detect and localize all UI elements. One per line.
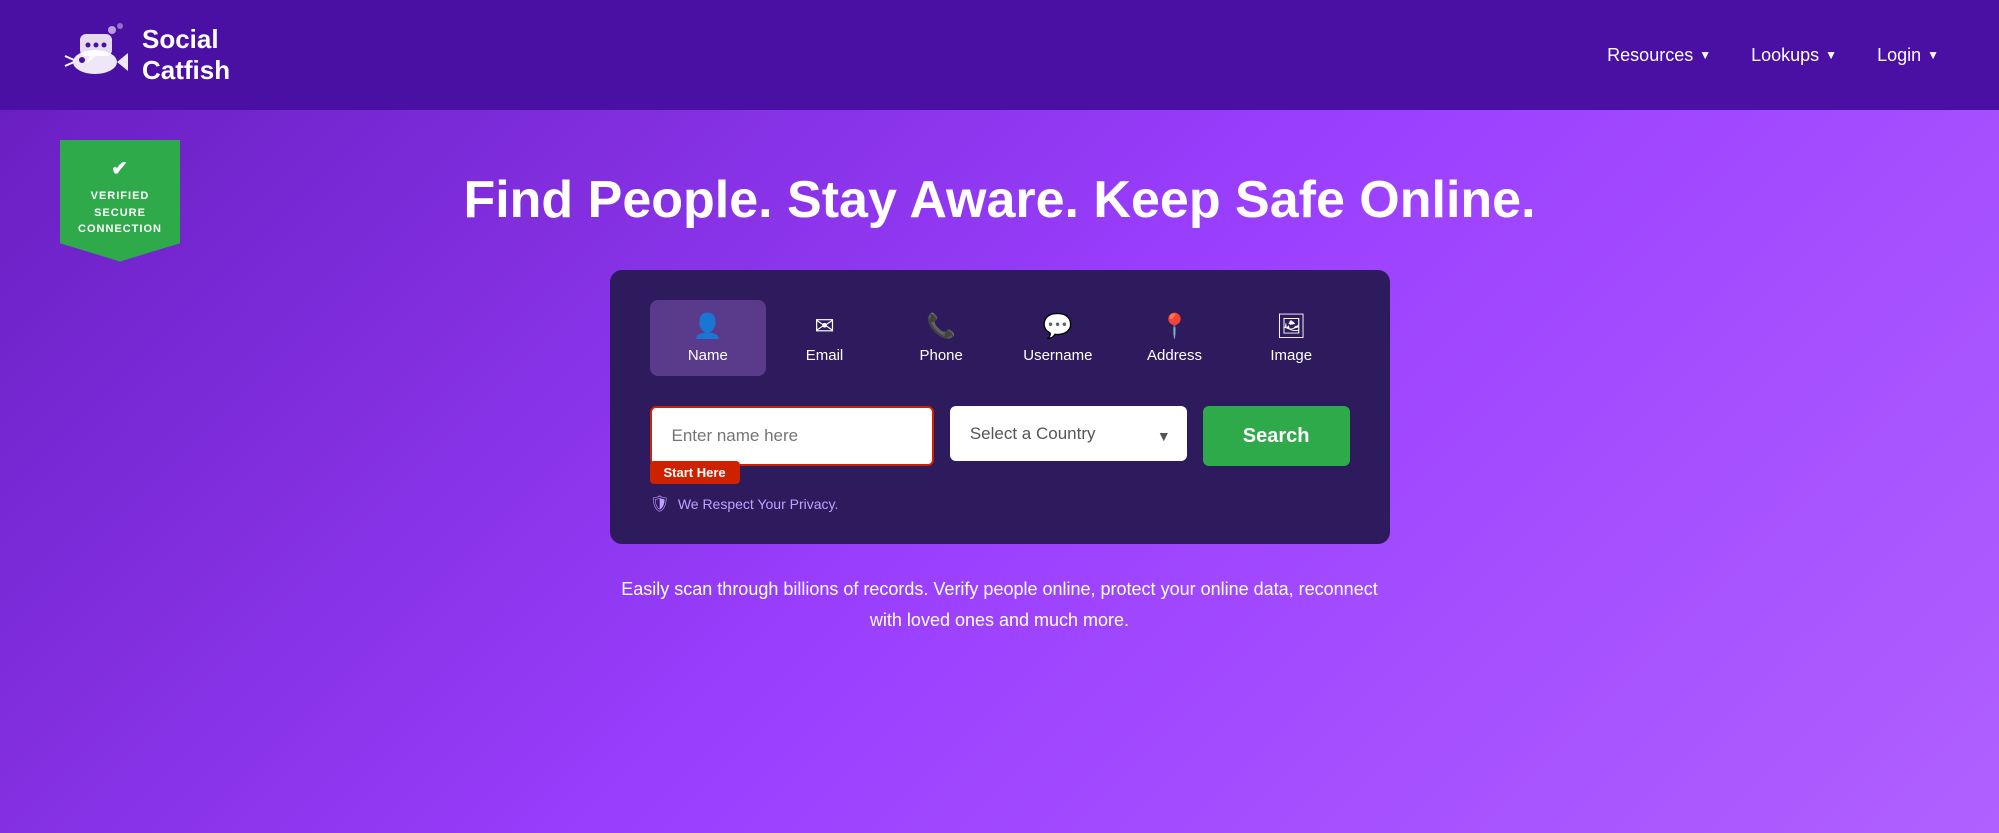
logo-text: Social Catfish: [142, 24, 230, 86]
chevron-down-icon: ▼: [1927, 48, 1939, 62]
nav-resources[interactable]: Resources ▼: [1607, 45, 1711, 66]
tab-name[interactable]: 👤 Name: [650, 300, 767, 376]
country-select[interactable]: Select a Country United States United Ki…: [950, 406, 1187, 461]
nav-login[interactable]: Login ▼: [1877, 45, 1939, 66]
hero-section: ✔ VERIFIED SECURE CONNECTION Find People…: [0, 110, 1999, 833]
hero-subtext: Easily scan through billions of records.…: [610, 574, 1390, 635]
header: Social Catfish Resources ▼ Lookups ▼ Log…: [0, 0, 1999, 110]
hero-headline: Find People. Stay Aware. Keep Safe Onlin…: [60, 170, 1939, 230]
start-here-badge: Start Here: [650, 461, 740, 484]
country-select-wrap: Select a Country United States United Ki…: [950, 406, 1187, 466]
tab-username[interactable]: 💬 Username: [1000, 300, 1117, 376]
chevron-down-icon: ▼: [1699, 48, 1711, 62]
tab-image[interactable]: 🖼 Image: [1233, 300, 1350, 376]
search-card: 👤 Name ✉ Email 📞 Phone 💬 Username 📍 Addr…: [610, 270, 1390, 544]
person-icon: 👤: [693, 312, 723, 341]
shield-icon: ✔: [78, 154, 162, 184]
nav-links: Resources ▼ Lookups ▼ Login ▼: [1607, 45, 1939, 66]
secure-badge: ✔ VERIFIED SECURE CONNECTION: [60, 140, 180, 262]
phone-icon: 📞: [926, 312, 956, 341]
search-inputs: Start Here Select a Country United State…: [650, 406, 1350, 466]
privacy-note: 🛡 We Respect Your Privacy.: [650, 494, 1350, 514]
logo-icon: [60, 20, 130, 90]
tab-phone[interactable]: 📞 Phone: [883, 300, 1000, 376]
logo-area[interactable]: Social Catfish: [60, 20, 230, 90]
email-icon: ✉: [814, 312, 834, 341]
chevron-down-icon: ▼: [1825, 48, 1837, 62]
tab-email[interactable]: ✉ Email: [766, 300, 883, 376]
nav-lookups[interactable]: Lookups ▼: [1751, 45, 1837, 66]
search-button[interactable]: Search: [1203, 406, 1350, 466]
name-input[interactable]: [650, 406, 934, 466]
search-tabs: 👤 Name ✉ Email 📞 Phone 💬 Username 📍 Addr…: [650, 300, 1350, 376]
privacy-shield-icon: 🛡: [650, 494, 670, 514]
address-icon: 📍: [1160, 312, 1190, 341]
name-input-wrap: Start Here: [650, 406, 934, 466]
tab-address[interactable]: 📍 Address: [1116, 300, 1233, 376]
username-icon: 💬: [1043, 312, 1073, 341]
image-icon: 🖼: [1276, 312, 1306, 341]
